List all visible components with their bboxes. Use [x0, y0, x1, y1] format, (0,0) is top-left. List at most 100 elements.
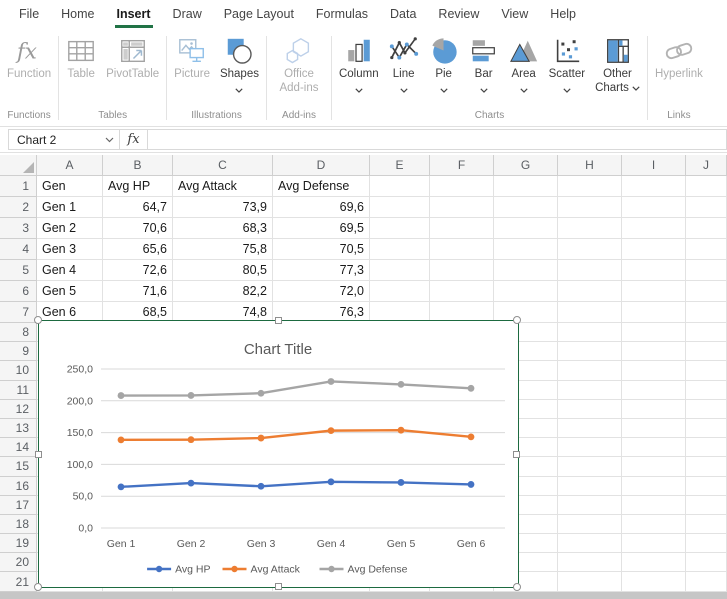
cell-I17[interactable] — [622, 496, 686, 515]
row-header-10[interactable]: 10 — [0, 361, 37, 380]
cell-C1[interactable]: Avg Attack — [173, 176, 273, 197]
tab-draw[interactable]: Draw — [162, 0, 213, 28]
cell-H13[interactable] — [558, 419, 622, 438]
chart-selection-handle[interactable] — [275, 317, 282, 324]
cell-E3[interactable] — [370, 218, 430, 239]
cell-J19[interactable] — [686, 534, 727, 553]
cell-J10[interactable] — [686, 361, 727, 380]
row-header-4[interactable]: 4 — [0, 239, 37, 260]
cell-B3[interactable]: 70,6 — [103, 218, 173, 239]
row-header-14[interactable]: 14 — [0, 438, 37, 457]
cell-I9[interactable] — [622, 342, 686, 361]
cell-J15[interactable] — [686, 457, 727, 476]
cell-E4[interactable] — [370, 239, 430, 260]
cell-H18[interactable] — [558, 515, 622, 534]
cell-I2[interactable] — [622, 197, 686, 218]
ribbon-button-other-charts[interactable]: OtherCharts — [590, 35, 645, 96]
tab-insert[interactable]: Insert — [106, 0, 162, 28]
cell-J13[interactable] — [686, 419, 727, 438]
cell-H4[interactable] — [558, 239, 622, 260]
row-header-11[interactable]: 11 — [0, 381, 37, 400]
cell-F4[interactable] — [430, 239, 494, 260]
row-header-12[interactable]: 12 — [0, 400, 37, 419]
cell-J5[interactable] — [686, 260, 727, 281]
cell-F3[interactable] — [430, 218, 494, 239]
cell-I4[interactable] — [622, 239, 686, 260]
row-header-9[interactable]: 9 — [0, 342, 37, 361]
cell-J21[interactable] — [686, 572, 727, 591]
cell-C2[interactable]: 73,9 — [173, 197, 273, 218]
cell-F2[interactable] — [430, 197, 494, 218]
cell-I12[interactable] — [622, 400, 686, 419]
tab-page-layout[interactable]: Page Layout — [213, 0, 305, 28]
cell-D4[interactable]: 70,5 — [273, 239, 370, 260]
cell-A6[interactable]: Gen 5 — [37, 281, 103, 302]
cell-H8[interactable] — [558, 323, 622, 342]
cell-H14[interactable] — [558, 438, 622, 457]
row-header-3[interactable]: 3 — [0, 218, 37, 239]
cell-A2[interactable]: Gen 1 — [37, 197, 103, 218]
ribbon-button-area[interactable]: Area — [504, 35, 544, 97]
row-header-13[interactable]: 13 — [0, 419, 37, 438]
row-header-15[interactable]: 15 — [0, 457, 37, 476]
formula-input[interactable] — [148, 129, 727, 150]
column-header-F[interactable]: F — [430, 155, 494, 176]
tab-help[interactable]: Help — [539, 0, 587, 28]
cell-H17[interactable] — [558, 496, 622, 515]
cell-J3[interactable] — [686, 218, 727, 239]
cell-H5[interactable] — [558, 260, 622, 281]
cell-J18[interactable] — [686, 515, 727, 534]
cell-I18[interactable] — [622, 515, 686, 534]
cell-I10[interactable] — [622, 361, 686, 380]
row-header-8[interactable]: 8 — [0, 323, 37, 342]
cell-D5[interactable]: 77,3 — [273, 260, 370, 281]
column-header-J[interactable]: J — [686, 155, 727, 176]
chart-selection-handle[interactable] — [34, 583, 42, 591]
cell-I16[interactable] — [622, 477, 686, 496]
cell-H7[interactable] — [558, 302, 622, 323]
cell-H6[interactable] — [558, 281, 622, 302]
cell-J8[interactable] — [686, 323, 727, 342]
column-header-H[interactable]: H — [558, 155, 622, 176]
cell-J7[interactable] — [686, 302, 727, 323]
cell-C6[interactable]: 82,2 — [173, 281, 273, 302]
column-header-D[interactable]: D — [273, 155, 370, 176]
tab-review[interactable]: Review — [427, 0, 490, 28]
chart-selection-handle[interactable] — [35, 451, 42, 458]
cell-I3[interactable] — [622, 218, 686, 239]
cell-H21[interactable] — [558, 572, 622, 591]
column-header-G[interactable]: G — [494, 155, 558, 176]
cell-J17[interactable] — [686, 496, 727, 515]
tab-data[interactable]: Data — [379, 0, 427, 28]
cell-I6[interactable] — [622, 281, 686, 302]
ribbon-button-line[interactable]: Line — [384, 35, 424, 97]
cell-H12[interactable] — [558, 400, 622, 419]
cell-F5[interactable] — [430, 260, 494, 281]
cell-J4[interactable] — [686, 239, 727, 260]
cell-G4[interactable] — [494, 239, 558, 260]
cell-I14[interactable] — [622, 438, 686, 457]
cell-I15[interactable] — [622, 457, 686, 476]
chart-selection-handle[interactable] — [513, 451, 520, 458]
row-header-20[interactable]: 20 — [0, 553, 37, 572]
cell-D6[interactable]: 72,0 — [273, 281, 370, 302]
select-all-corner[interactable] — [0, 155, 37, 176]
cell-B1[interactable]: Avg HP — [103, 176, 173, 197]
cell-D1[interactable]: Avg Defense — [273, 176, 370, 197]
cell-J6[interactable] — [686, 281, 727, 302]
cell-J9[interactable] — [686, 342, 727, 361]
cell-A4[interactable]: Gen 3 — [37, 239, 103, 260]
cell-H10[interactable] — [558, 361, 622, 380]
cell-I8[interactable] — [622, 323, 686, 342]
cell-B5[interactable]: 72,6 — [103, 260, 173, 281]
cell-G5[interactable] — [494, 260, 558, 281]
cell-F6[interactable] — [430, 281, 494, 302]
ribbon-button-column[interactable]: Column — [334, 35, 384, 97]
cell-I20[interactable] — [622, 553, 686, 572]
tab-view[interactable]: View — [490, 0, 539, 28]
chart-selection-handle[interactable] — [275, 583, 282, 590]
cell-I7[interactable] — [622, 302, 686, 323]
cell-H1[interactable] — [558, 176, 622, 197]
cell-H19[interactable] — [558, 534, 622, 553]
cell-I11[interactable] — [622, 381, 686, 400]
